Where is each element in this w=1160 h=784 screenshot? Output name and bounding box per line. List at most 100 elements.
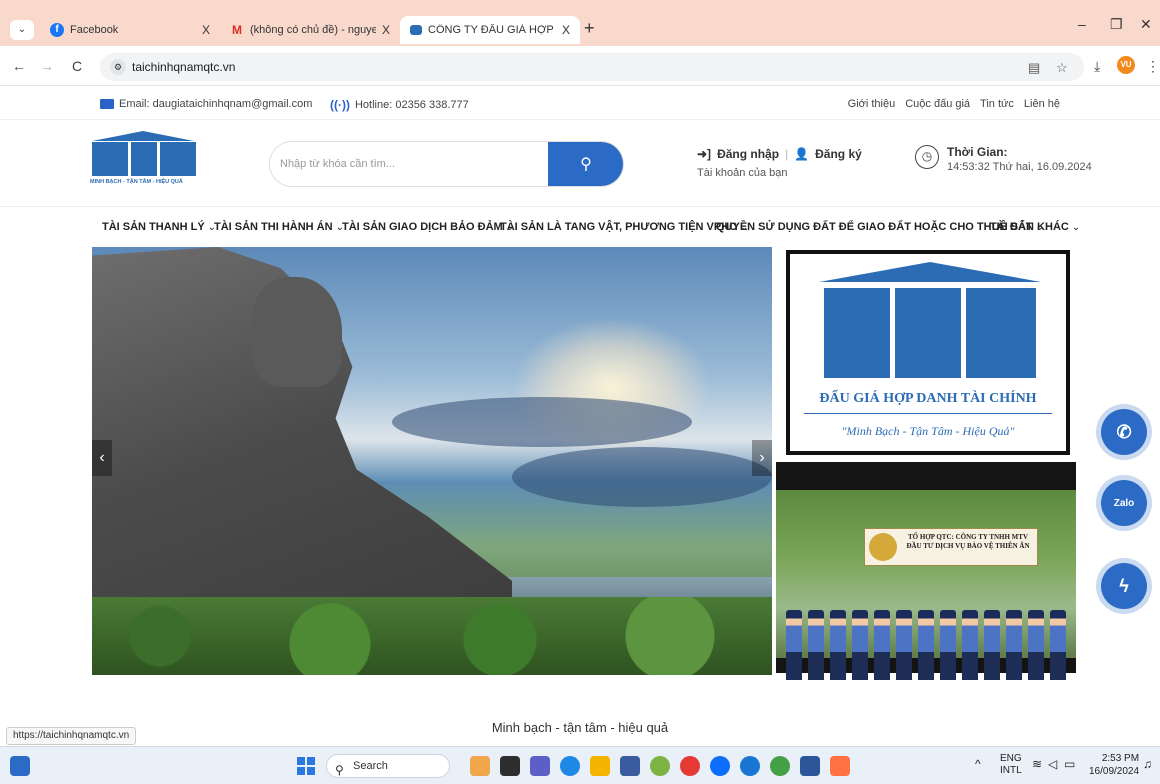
otc-favicon-icon — [410, 25, 422, 35]
store-icon[interactable] — [620, 756, 640, 776]
tab-facebook[interactable]: f Facebook X — [40, 16, 220, 44]
start-button[interactable] — [297, 757, 315, 775]
tray-chevron-icon[interactable]: ^ — [975, 758, 981, 770]
link-cuoc-dau-gia[interactable]: Cuộc đấu giá — [905, 98, 970, 110]
call-button[interactable]: ✆ — [1101, 409, 1147, 455]
slider-next-button[interactable]: › — [752, 440, 772, 476]
task-view-icon[interactable] — [500, 756, 520, 776]
forward-button[interactable]: → — [40, 58, 54, 74]
contact-email[interactable]: Email: daugiataichinhqnam@gmail.com — [100, 98, 312, 110]
app-icon[interactable] — [650, 756, 670, 776]
menu-label: TÀI SẢN GIAO DỊCH BẢO ĐẢM — [342, 221, 503, 233]
menu-label: TÀI SẢN THANH LÝ — [102, 221, 205, 233]
app-icon[interactable] — [680, 756, 700, 776]
app-icon[interactable] — [740, 756, 760, 776]
teams-icon[interactable] — [530, 756, 550, 776]
zalo-button[interactable]: Zalo — [1101, 480, 1147, 526]
banner-security-team[interactable]: TỔ HỢP QTC: CÔNG TY TNHH MTV ĐẦU TƯ DỊCH… — [776, 462, 1076, 680]
wifi-icon[interactable]: ≋ — [1032, 758, 1042, 770]
clock-time: 2:53 PM — [1101, 753, 1140, 764]
site-info-icon[interactable]: ⚙ — [110, 59, 126, 75]
tab-close-icon[interactable]: X — [562, 23, 570, 37]
menu-tang-vat-vphc[interactable]: TÀI SẢN LÀ TANG VẬT, PHƯƠNG TIỆN VPHC ⌄ — [500, 221, 748, 233]
messenger-icon: ϟ — [1119, 575, 1129, 596]
email-text: Email: daugiataichinhqnam@gmail.com — [119, 98, 313, 110]
profile-avatar[interactable]: VU — [1117, 56, 1135, 74]
tab-gmail[interactable]: M (không có chủ đề) - nguyenduc X — [220, 16, 400, 44]
gmail-icon: M — [232, 23, 242, 37]
taskbar-search[interactable]: ⚲ Search — [326, 754, 450, 778]
zalo-icon: Zalo — [1113, 497, 1135, 509]
app-icon[interactable] — [830, 756, 850, 776]
widgets-icon[interactable] — [10, 756, 30, 776]
new-tab-button[interactable]: + — [584, 18, 595, 39]
company-seal-icon — [869, 533, 897, 561]
zalo-taskbar-icon[interactable] — [710, 756, 730, 776]
tab-close-icon[interactable]: X — [382, 23, 390, 37]
back-button[interactable]: ← — [12, 58, 26, 74]
battery-icon[interactable]: ▭ — [1064, 758, 1075, 770]
site-topbar: Email: daugiataichinhqnam@gmail.com ((·)… — [0, 90, 1160, 120]
register-link[interactable]: Đăng ký — [815, 147, 862, 161]
clock-icon: ◷ — [915, 145, 939, 169]
menu-tai-san-thanh-ly[interactable]: TÀI SẢN THANH LÝ ⌄ — [102, 221, 216, 233]
chrome-icon[interactable] — [770, 756, 790, 776]
search-button[interactable]: ⚲ — [548, 142, 623, 186]
link-lien-he[interactable]: Liên hệ — [1024, 98, 1060, 110]
tab-close-icon[interactable]: X — [202, 23, 210, 37]
mail-icon — [100, 99, 114, 109]
menu-label: TÀI SẢN THI HÀNH ÁN — [214, 221, 333, 233]
more-menu-icon[interactable]: ⋮ — [1146, 58, 1160, 75]
site-clock: ◷ Thời Gian: 14:53:32 Thứ hai, 16.09.202… — [915, 145, 1092, 173]
address-url: taichinhqnamqtc.vn — [132, 60, 236, 74]
maximize-button[interactable]: ❐ — [1110, 16, 1123, 33]
menu-tai-san-khac[interactable]: TÀI SẢN KHÁC ⌄ — [990, 221, 1080, 233]
lang-text: ENG — [1000, 753, 1022, 764]
browser-tab-bar: ⌄ f Facebook X M (không có chủ đề) - ngu… — [0, 0, 1160, 46]
link-tin-tuc[interactable]: Tin tức — [980, 98, 1014, 110]
download-icon[interactable]: ⤓ — [1094, 58, 1100, 75]
notification-bell-icon[interactable]: ♫ — [1143, 758, 1152, 770]
site-slogan: Minh bạch - tận tâm - hiệu quả — [491, 720, 669, 735]
tab-search-button[interactable]: ⌄ — [10, 20, 34, 40]
logo-tagline: MINH BẠCH - TẬN TÂM - HIỆU QUẢ — [90, 179, 183, 185]
volume-icon[interactable]: ◁ — [1048, 758, 1057, 770]
site-logo[interactable]: MINH BẠCH - TẬN TÂM - HIỆU QUẢ — [90, 131, 196, 193]
language-indicator[interactable]: ENG INTL — [1000, 753, 1022, 777]
address-bar[interactable]: ⚙ taichinhqnamqtc.vn ▤ ☆ — [100, 53, 1084, 81]
search-input[interactable] — [270, 142, 548, 186]
tab-title: CÔNG TY ĐẤU GIÁ HỢP DANH — [428, 24, 556, 36]
link-gioi-thieu[interactable]: Giới thiệu — [848, 98, 896, 110]
login-link[interactable]: Đăng nhập — [717, 147, 779, 161]
translate-icon[interactable]: ▤ — [1028, 60, 1040, 76]
taskbar-app-icon[interactable] — [470, 756, 490, 776]
chevron-down-icon: ⌄ — [1071, 222, 1081, 233]
banner-otc-logo[interactable]: ĐẤU GIÁ HỢP DANH TÀI CHÍNH "Minh Bạch - … — [786, 250, 1070, 455]
messenger-button[interactable]: ϟ — [1101, 563, 1147, 609]
hero-slider: ‹ › — [92, 247, 772, 675]
clock-date: 16/09/2024 — [1089, 766, 1140, 777]
taskbar-clock[interactable]: 2:53 PM 16/09/2024 — [1089, 752, 1139, 778]
menu-tai-san-thi-hanh-an[interactable]: TÀI SẢN THI HÀNH ÁN ⌄ — [214, 221, 344, 233]
phone-icon: ✆ — [1116, 421, 1132, 442]
edge-icon[interactable] — [560, 756, 580, 776]
tab-title: Facebook — [70, 24, 119, 36]
minimize-button[interactable]: – — [1078, 16, 1086, 32]
windows-taskbar: ⚲ Search ^ ENG INTL ≋ ◁ ▭ 2:53 PM 16/09/… — [0, 746, 1160, 784]
close-window-button[interactable]: ✕ — [1140, 16, 1152, 33]
status-bar-url: https://taichinhqnamqtc.vn — [6, 727, 137, 745]
contact-hotline[interactable]: ((·)) Hotline: 02356 338.777 — [330, 98, 469, 112]
tab-otc[interactable]: CÔNG TY ĐẤU GIÁ HỢP DANH X — [400, 16, 580, 44]
facebook-icon: f — [50, 23, 64, 37]
register-icon: 👤 — [794, 147, 810, 161]
file-explorer-icon[interactable] — [590, 756, 610, 776]
slider-prev-button[interactable]: ‹ — [92, 440, 112, 476]
account-box: ➜] Đăng nhập | 👤 Đăng ký Tài khoản của b… — [697, 147, 862, 179]
team-members — [786, 600, 1066, 680]
word-icon[interactable] — [800, 756, 820, 776]
reload-button[interactable]: C — [72, 58, 82, 74]
menu-label: TÀI SẢN LÀ TANG VẬT, PHƯƠNG TIỆN VPHC — [500, 221, 738, 233]
bookmark-star-icon[interactable]: ☆ — [1056, 60, 1068, 76]
menu-giao-dich-bao-dam[interactable]: TÀI SẢN GIAO DỊCH BẢO ĐẢM ⌄ — [342, 221, 514, 233]
tab-title: (không có chủ đề) - nguyenduc — [250, 24, 376, 36]
